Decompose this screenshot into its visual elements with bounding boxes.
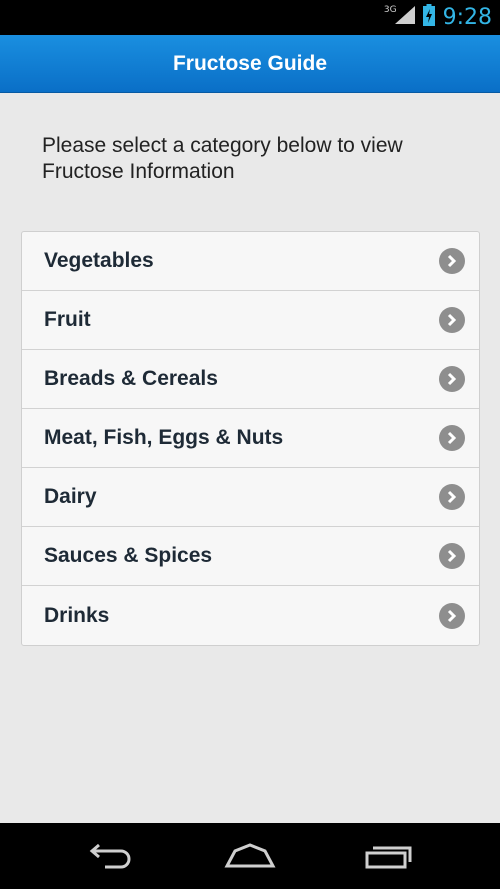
category-item-sauces-spices[interactable]: Sauces & Spices xyxy=(22,527,479,586)
app-title: Fructose Guide xyxy=(172,51,328,75)
category-label: Meat, Fish, Eggs & Nuts xyxy=(44,426,284,449)
chevron-right-icon xyxy=(439,602,465,629)
chevron-right-icon xyxy=(439,307,465,333)
category-list: Vegetables Fruit Breads & Cereals Meat, … xyxy=(21,231,480,646)
category-label: Vegetables xyxy=(44,249,154,272)
category-label: Dairy xyxy=(44,485,97,508)
category-item-drinks[interactable]: Drinks xyxy=(22,586,479,645)
chevron-right-icon xyxy=(439,366,465,392)
signal-icon xyxy=(394,6,415,29)
navigation-bar xyxy=(0,823,500,889)
chevron-right-icon xyxy=(439,425,465,451)
home-button[interactable] xyxy=(223,839,277,873)
category-item-fruit[interactable]: Fruit xyxy=(22,291,479,350)
chevron-right-icon xyxy=(439,248,465,274)
category-item-vegetables[interactable]: Vegetables xyxy=(22,232,479,291)
back-icon xyxy=(89,843,131,869)
category-label: Breads & Cereals xyxy=(44,367,218,390)
category-label: Fruit xyxy=(44,308,91,331)
network-type: 3G xyxy=(383,4,397,15)
category-item-dairy[interactable]: Dairy xyxy=(22,468,479,527)
recent-apps-icon xyxy=(365,846,412,869)
category-label: Drinks xyxy=(44,603,110,627)
clock: 9:28 xyxy=(442,5,492,30)
back-button[interactable] xyxy=(83,839,137,873)
intro-text: Please select a category below to view F… xyxy=(42,134,403,183)
category-item-breads-cereals[interactable]: Breads & Cereals xyxy=(22,350,479,409)
status-icons: 3G 9:28 xyxy=(384,0,492,35)
recent-apps-button[interactable] xyxy=(362,839,416,873)
battery-charging-icon xyxy=(422,4,435,31)
chevron-right-icon xyxy=(439,484,465,510)
category-item-meat-fish-eggs-nuts[interactable]: Meat, Fish, Eggs & Nuts xyxy=(22,409,479,468)
category-label: Sauces & Spices xyxy=(44,544,213,567)
chevron-right-icon xyxy=(439,543,465,569)
home-icon xyxy=(224,843,276,868)
app-bar: Fructose Guide xyxy=(0,35,500,93)
status-bar: 3G 9:28 xyxy=(0,0,500,35)
